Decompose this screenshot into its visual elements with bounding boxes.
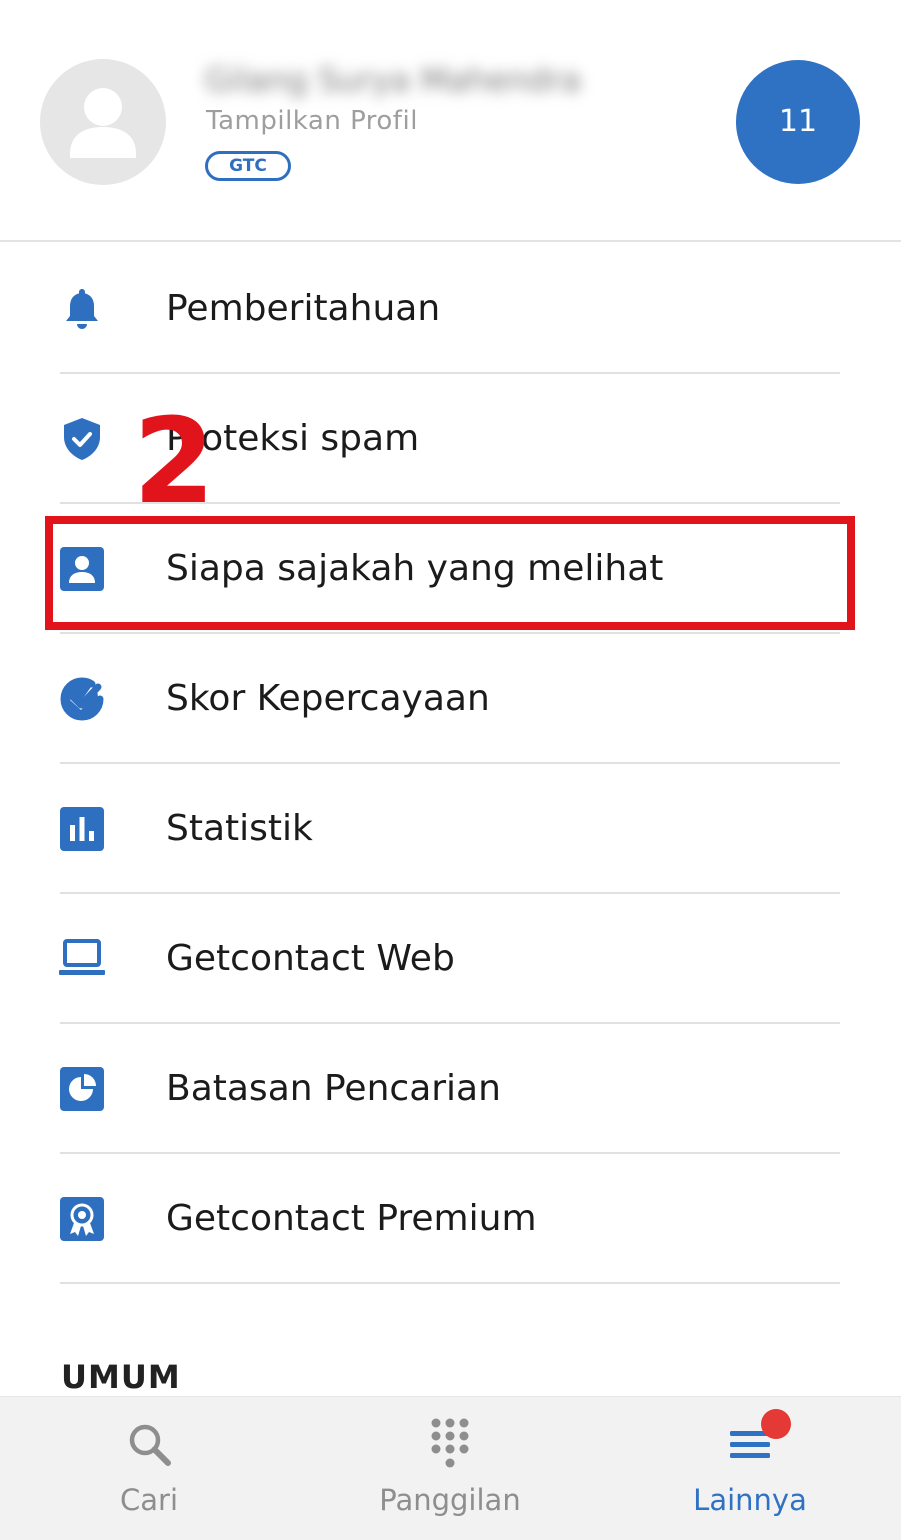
tab-label: Panggilan	[379, 1483, 521, 1517]
tab-search[interactable]: Cari	[49, 1397, 249, 1540]
menu-item-getcontact-web[interactable]: Getcontact Web	[0, 894, 901, 1024]
menu-item-label: Skor Kepercayaan	[166, 678, 490, 719]
search-icon	[122, 1417, 176, 1471]
step-number: 2	[133, 392, 216, 530]
laptop-icon	[58, 935, 106, 983]
menu-item-label: Pemberitahuan	[166, 288, 441, 329]
bar-chart-icon	[58, 805, 106, 853]
section-title: UMUM	[61, 1358, 181, 1396]
award-icon	[58, 1195, 106, 1243]
notification-dot	[761, 1409, 791, 1439]
highlight-box	[45, 516, 855, 630]
menu-item-statistics[interactable]: Statistik	[0, 764, 901, 894]
gtc-badge: GTC	[205, 151, 291, 181]
bell-icon	[58, 285, 106, 333]
menu-item-premium[interactable]: Getcontact Premium	[0, 1154, 901, 1284]
dialpad-icon	[423, 1417, 477, 1471]
profile-header[interactable]: Gilang Surya Mahendra Tampilkan Profil G…	[0, 0, 901, 242]
tab-label: Cari	[120, 1483, 178, 1517]
tab-more[interactable]: Lainnya	[650, 1397, 850, 1540]
menu-item-label: Batasan Pencarian	[166, 1068, 501, 1109]
menu-item-label: Getcontact Premium	[166, 1198, 537, 1239]
menu-item-label: Getcontact Web	[166, 938, 455, 979]
tab-calls[interactable]: Panggilan	[350, 1397, 550, 1540]
view-profile-link[interactable]: Tampilkan Profil	[206, 106, 418, 136]
menu-item-search-limits[interactable]: Batasan Pencarian	[0, 1024, 901, 1154]
pie-chart-icon	[58, 1065, 106, 1113]
divider	[60, 1282, 840, 1284]
avatar-icon[interactable]	[40, 59, 166, 185]
tab-label: Lainnya	[693, 1483, 807, 1517]
shield-icon	[58, 415, 106, 463]
profile-name: Gilang Surya Mahendra	[205, 61, 581, 99]
menu-item-notifications[interactable]: Pemberitahuan	[0, 244, 901, 374]
counter-badge[interactable]: 11	[736, 60, 860, 184]
check-badge-icon	[58, 675, 106, 723]
menu-item-label: Statistik	[166, 808, 313, 849]
menu-item-trust-score[interactable]: Skor Kepercayaan	[0, 634, 901, 764]
